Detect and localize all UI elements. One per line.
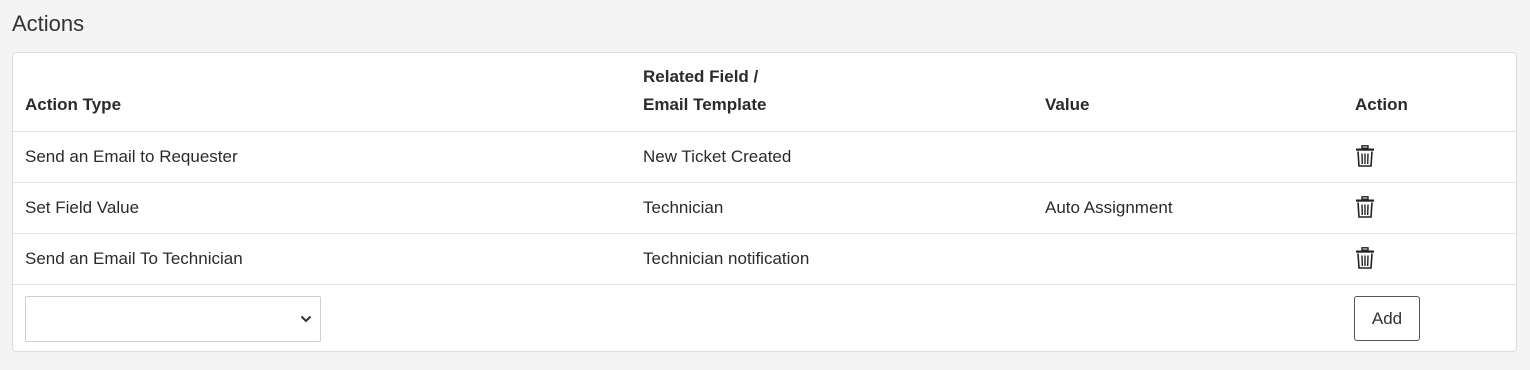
trash-icon[interactable]: [1355, 196, 1375, 218]
cell-value: Auto Assignment: [1045, 198, 1173, 217]
cell-action-type: Set Field Value: [25, 198, 140, 217]
table-row: Set Field Value Technician Auto Assignme…: [13, 182, 1516, 233]
table-row: Send an Email To Technician Technician n…: [13, 233, 1516, 284]
chevron-down-icon: [300, 315, 312, 323]
trash-icon[interactable]: [1355, 247, 1375, 269]
table-row: Send an Email to Requester New Ticket Cr…: [13, 131, 1516, 182]
actions-table: Action Type Related Field / Email Templa…: [12, 52, 1517, 352]
trash-icon[interactable]: [1355, 145, 1375, 167]
add-button[interactable]: Add: [1354, 296, 1420, 341]
header-related-field-line1: Related Field /: [643, 67, 759, 86]
cell-related: Technician notification: [643, 249, 810, 268]
header-value: Value: [1045, 95, 1090, 114]
header-action-type: Action Type: [25, 95, 122, 114]
cell-related: Technician: [643, 198, 724, 217]
cell-action-type: Send an Email to Requester: [25, 147, 238, 166]
add-action-row: Add: [13, 284, 1516, 351]
cell-action-type: Send an Email To Technician: [25, 249, 243, 268]
header-action: Action: [1355, 95, 1408, 114]
action-type-select[interactable]: [25, 296, 321, 342]
header-related-field-line2: Email Template: [643, 95, 767, 114]
section-title: Actions: [12, 11, 85, 36]
cell-related: New Ticket Created: [643, 147, 792, 166]
